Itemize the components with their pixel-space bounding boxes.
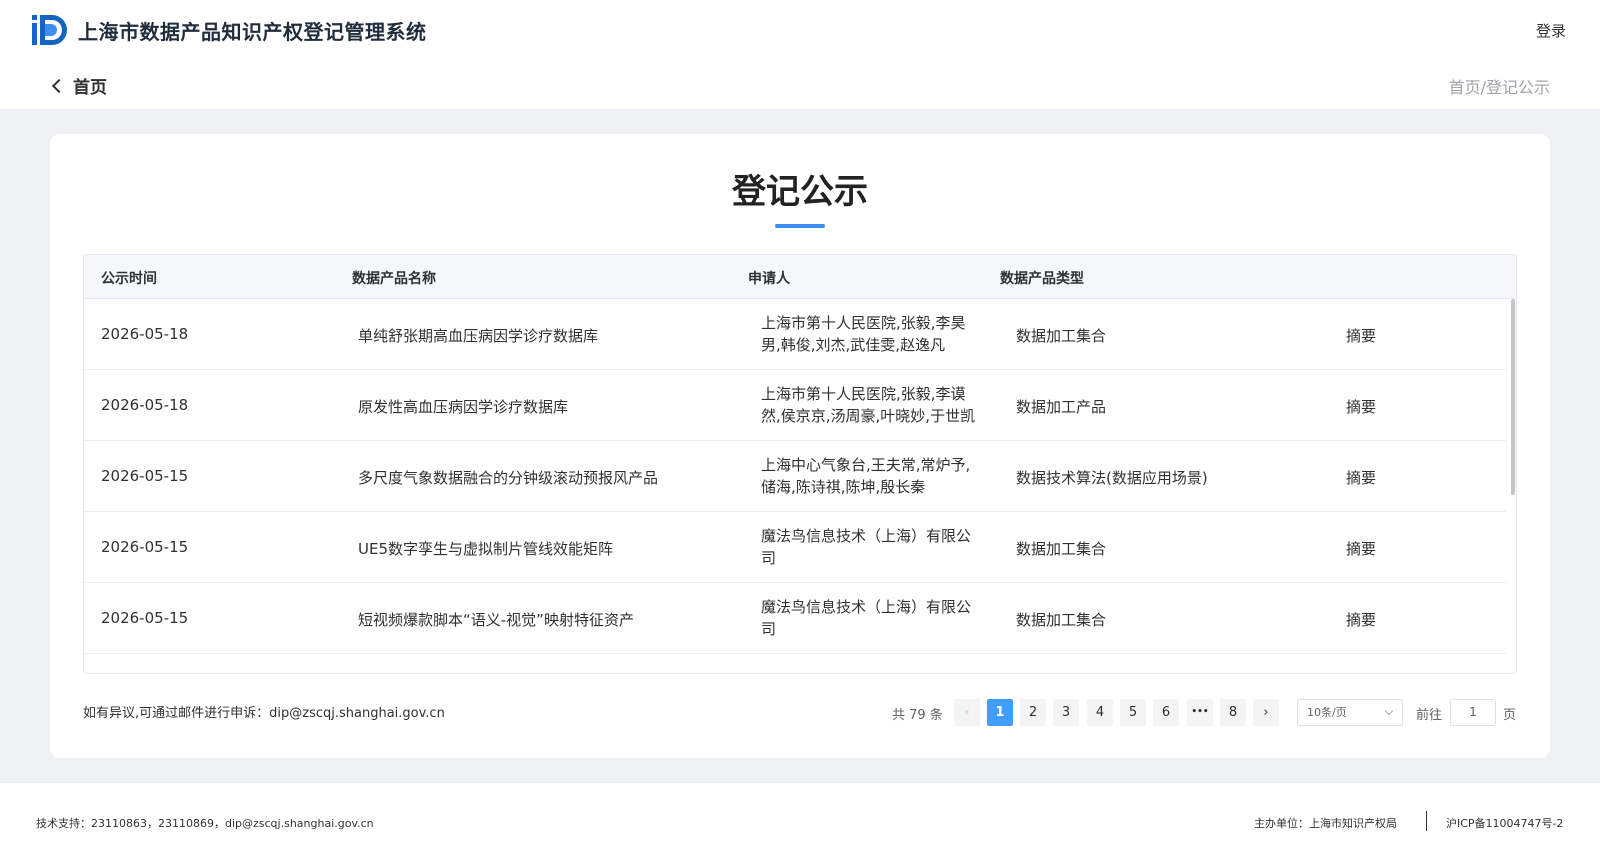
summary-link[interactable]: 摘要: [1346, 396, 1376, 417]
next-page-button[interactable]: ›: [1253, 699, 1279, 726]
table-row: 2026-05-15 多尺度气象数据融合的分钟级滚动预报风产品 上海中心气象台,…: [84, 441, 1506, 512]
sponsor-text: 主办单位：上海市知识产权局: [1254, 817, 1397, 830]
cell-applicant: 魔法鸟信息技术（上海）有限公司: [761, 598, 972, 638]
cell-product-name: 原发性高血压病因学诊疗数据库: [358, 398, 569, 416]
prev-page-button[interactable]: ‹: [954, 699, 980, 726]
cell-product-type: 数据加工集合: [1016, 540, 1107, 558]
announcement-table: 公示时间 数据产品名称 申请人 数据产品类型 2026-05-18 单纯舒张期高…: [83, 254, 1517, 674]
goto-suffix: 页: [1503, 708, 1517, 723]
table-row: 2026-05-18 单纯舒张期高血压病因学诊疗数据库 上海市第十人民医院,张毅…: [84, 299, 1506, 370]
page-button-1[interactable]: 1: [987, 699, 1013, 726]
page-button-2[interactable]: 2: [1020, 699, 1046, 726]
breadcrumb: 首页/登记公示: [1448, 78, 1550, 97]
site-footer: 技术支持：23110863，23110869，dip@zscqj.shangha…: [0, 783, 1600, 861]
pagination: 共 79 条 ‹ 1 2 3 4 5 6 ••• 8 › 10条/页 前往 1 …: [50, 699, 1550, 727]
cell-product-type: 数据加工产品: [1016, 398, 1107, 416]
tech-support-text: 技术支持：23110863，23110869，dip@zscqj.shangha…: [36, 817, 374, 830]
page-size-select[interactable]: 10条/页: [1297, 699, 1403, 726]
summary-link[interactable]: 摘要: [1346, 467, 1376, 488]
summary-link[interactable]: 摘要: [1346, 609, 1376, 630]
summary-link[interactable]: 摘要: [1346, 325, 1376, 346]
cell-date: 2026-05-18: [101, 325, 189, 343]
total-count: 共 79 条: [892, 708, 943, 723]
page-title: 登记公示: [732, 172, 868, 212]
cell-product-name: UE5数字孪生与虚拟制片管线效能矩阵: [358, 540, 614, 558]
back-home-button[interactable]: 首页: [50, 73, 107, 98]
cell-date: 2026-05-18: [101, 396, 189, 414]
login-link[interactable]: 登录: [1536, 20, 1566, 41]
column-header-product-type: 数据产品类型: [1000, 271, 1084, 287]
cell-applicant: 上海中心气象台,王夫常,常炉予,储海,陈诗祺,陈坤,殷长秦: [761, 456, 971, 496]
page-button-8[interactable]: 8: [1220, 699, 1246, 726]
ip-logo-icon: [32, 15, 67, 45]
cell-applicant: 上海市第十人民医院,张毅,李昊男,韩俊,刘杰,武佳雯,赵逸凡: [761, 314, 966, 354]
cell-date: 2026-05-15: [101, 609, 189, 627]
navigation-bar: 首页 首页/登记公示: [0, 60, 1600, 109]
summary-link[interactable]: 摘要: [1346, 538, 1376, 559]
chevron-down-icon: [1384, 706, 1394, 716]
announcement-card: 登记公示 公示时间 数据产品名称 申请人 数据产品类型 2026-05-18 单…: [50, 134, 1550, 758]
table-scrollbar-thumb[interactable]: [1511, 299, 1515, 495]
column-header-date: 公示时间: [101, 271, 157, 287]
cell-product-name: 单纯舒张期高血压病因学诊疗数据库: [358, 327, 599, 345]
column-header-applicant: 申请人: [748, 271, 790, 287]
table-row: 2026-05-18 原发性高血压病因学诊疗数据库 上海市第十人民医院,张毅,李…: [84, 370, 1506, 441]
more-pages-button[interactable]: •••: [1187, 699, 1213, 726]
goto-page-input[interactable]: 1: [1450, 699, 1496, 726]
title-underline: [775, 224, 825, 228]
cell-product-name: 多尺度气象数据融合的分钟级滚动预报风产品: [358, 469, 659, 487]
table-header: 公示时间 数据产品名称 申请人 数据产品类型: [84, 255, 1516, 299]
cell-product-type: 数据技术算法(数据应用场景): [1016, 469, 1208, 487]
cell-applicant: 上海市第十人民医院,张毅,李谟然,侯京京,汤周豪,叶晓妙,于世凯: [761, 385, 976, 425]
site-title: 上海市数据产品知识产权登记管理系统: [78, 20, 427, 44]
goto-label: 前往: [1416, 708, 1443, 723]
cell-product-type: 数据加工集合: [1016, 611, 1107, 629]
icp-record: 沪ICP备11004747号-2: [1446, 817, 1564, 830]
cell-date: 2026-05-15: [101, 467, 189, 485]
chevron-left-icon: [51, 78, 67, 93]
cell-applicant: 魔法鸟信息技术（上海）有限公司: [761, 527, 972, 567]
back-home-label: 首页: [73, 78, 107, 98]
page-button-3[interactable]: 3: [1053, 699, 1079, 726]
page-size-value: 10条/页: [1307, 706, 1347, 719]
column-header-product-name: 数据产品名称: [352, 271, 436, 287]
cell-date: 2026-05-15: [101, 538, 189, 556]
page-button-5[interactable]: 5: [1120, 699, 1146, 726]
page-button-6[interactable]: 6: [1153, 699, 1179, 726]
table-body[interactable]: 2026-05-18 单纯舒张期高血压病因学诊疗数据库 上海市第十人民医院,张毅…: [84, 299, 1506, 673]
footer-divider: [1426, 811, 1427, 831]
page-button-4[interactable]: 4: [1087, 699, 1113, 726]
cell-product-name: 短视频爆款脚本“语义-视觉”映射特征资产: [358, 611, 634, 629]
top-header: 上海市数据产品知识产权登记管理系统 登录: [0, 0, 1600, 60]
table-row: 2026-05-15 短视频爆款脚本“语义-视觉”映射特征资产 魔法鸟信息技术（…: [84, 583, 1506, 654]
cell-product-type: 数据加工集合: [1016, 327, 1107, 345]
table-row: 2026-05-15 UE5数字孪生与虚拟制片管线效能矩阵 魔法鸟信息技术（上海…: [84, 512, 1506, 583]
